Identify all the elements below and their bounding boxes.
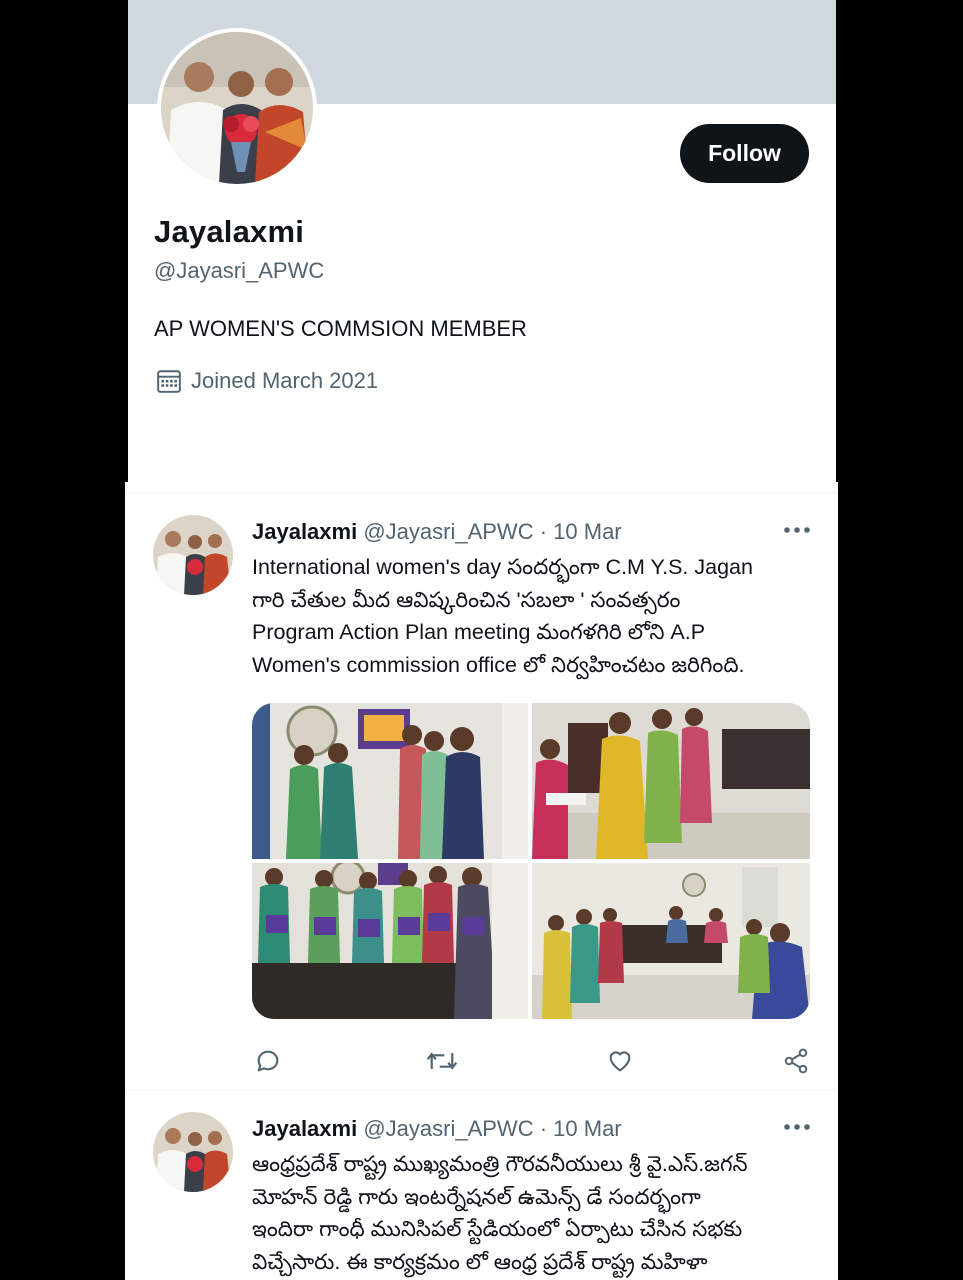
profile-name: Jayalaxmi (154, 214, 305, 249)
profile-joined: Joined March 2021 (156, 368, 378, 394)
tweet-avatar[interactable] (153, 1112, 233, 1192)
photo-meeting-seated (532, 703, 810, 859)
photo-group-holding-books (252, 863, 528, 1019)
tweet-text-line: ఇందిరా గాంధీ మునిసిపల్ స్టేడియంలో ఏర్పాట… (252, 1217, 743, 1241)
divider (125, 492, 838, 493)
tweet-avatar[interactable] (153, 515, 233, 595)
tweet[interactable]: Jayalaxmi @Jayasri_APWC · 10 Mar ఆంధ్రప్… (125, 1104, 838, 1280)
tweet-text: International women's day సందర్భంగా C.M … (252, 551, 822, 681)
more-icon[interactable] (783, 525, 811, 535)
tweet-author-handle[interactable]: @Jayasri_APWC (363, 1116, 533, 1141)
follow-button[interactable]: Follow (680, 124, 809, 183)
tweet-photo-1[interactable] (252, 703, 528, 859)
tweet-text-line: International women's day సందర్భంగా C.M … (252, 555, 753, 579)
tweet-text-line: Women's commission office లో నిర్వహించటం… (252, 652, 745, 677)
photo-office-meeting (532, 863, 810, 1019)
tweet-avatar-photo (153, 1112, 233, 1192)
photo-group-standing (252, 703, 528, 859)
tweet-photo-2[interactable] (532, 703, 810, 859)
tweet-photo-3[interactable] (252, 863, 528, 1019)
profile-avatar[interactable] (157, 28, 317, 188)
reply-icon[interactable] (254, 1047, 282, 1075)
calendar-icon (157, 370, 181, 393)
share-icon[interactable] (782, 1047, 810, 1075)
profile-header: Follow Jayalaxmi @Jayasri_APWC AP WOMEN'… (128, 0, 836, 482)
tweet-text-line: Program Action Plan meeting మంగళగిరి లోన… (252, 620, 706, 644)
tweet-text-line: ఆంధ్రప్రదేశ్ రాష్ట్ర ముఖ్యమంత్రి గౌరవనీయ… (252, 1152, 748, 1176)
divider (125, 1089, 838, 1090)
tweet-header: Jayalaxmi @Jayasri_APWC · 10 Mar (252, 519, 622, 545)
profile-handle: @Jayasri_APWC (154, 258, 325, 283)
tweet-photo-4[interactable] (532, 863, 810, 1019)
retweet-icon[interactable] (426, 1047, 458, 1075)
tweet-avatar-photo (153, 515, 233, 595)
profile-joined-text: Joined March 2021 (191, 368, 379, 393)
tweet-text-line: గారి చేతుల మీద ఆవిష్కరించిన 'సబలా ' సంవత… (252, 587, 681, 612)
tweet-author-handle[interactable]: @Jayasri_APWC (363, 519, 533, 544)
tweet[interactable]: Jayalaxmi @Jayasri_APWC · 10 Mar Interna… (125, 507, 838, 1087)
tweet-text: ఆంధ్రప్రదేశ్ రాష్ట్ర ముఖ్యమంత్రి గౌరవనీయ… (252, 1148, 822, 1278)
timeline: Jayalaxmi @Jayasri_APWC · 10 Mar Interna… (125, 482, 838, 1280)
like-icon[interactable] (606, 1047, 634, 1075)
profile-avatar-photo (161, 32, 313, 184)
profile-bio: AP WOMEN'S COMMSION MEMBER (154, 316, 527, 341)
tweet-photo-grid (252, 703, 810, 1019)
tweet-date[interactable]: · 10 Mar (540, 519, 622, 544)
tweet-text-line: మోహన్ రెడ్డి గారు ఇంటర్నేషనల్ ఉమెన్స్ డే… (252, 1184, 701, 1209)
tweet-header: Jayalaxmi @Jayasri_APWC · 10 Mar (252, 1116, 622, 1142)
tweet-actions (252, 1047, 812, 1081)
more-icon[interactable] (783, 1122, 811, 1132)
tweet-author-name[interactable]: Jayalaxmi (252, 1116, 357, 1141)
tweet-date[interactable]: · 10 Mar (540, 1116, 622, 1141)
tweet-author-name[interactable]: Jayalaxmi (252, 519, 357, 544)
tweet-text-line: విచ్చేసారు. ఈ కార్యక్రమం లో ఆంధ్ర ప్రదేశ… (252, 1249, 708, 1274)
